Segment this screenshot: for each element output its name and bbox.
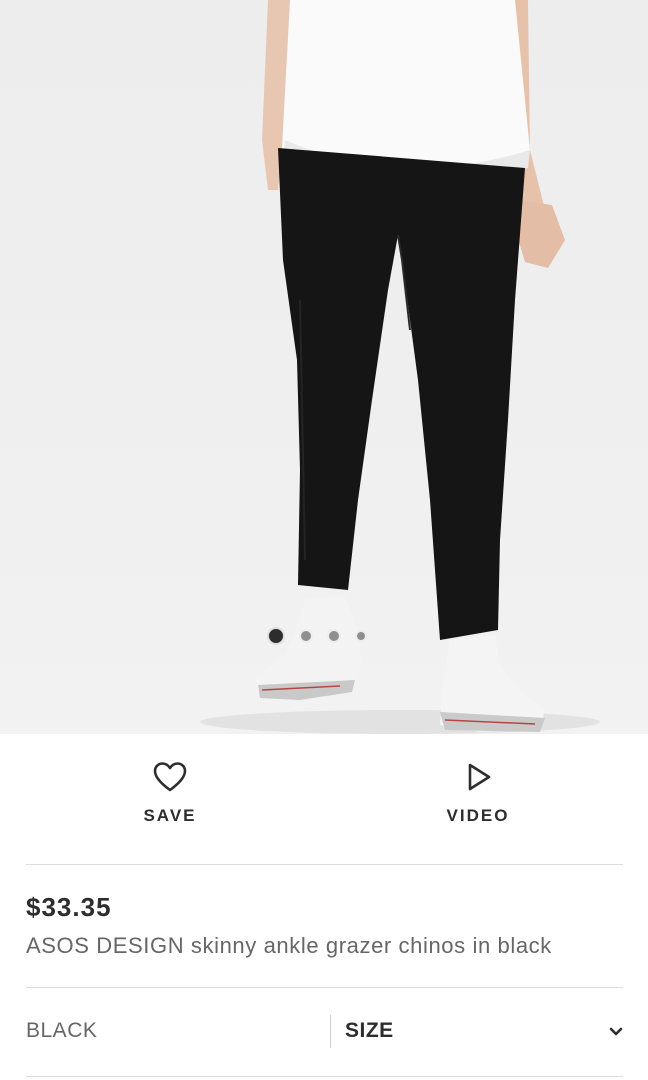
size-dropdown-label: SIZE xyxy=(345,1019,394,1042)
video-button[interactable]: VIDEO xyxy=(408,762,548,852)
chevron-down-icon xyxy=(609,1024,623,1042)
save-label: SAVE xyxy=(143,806,197,825)
action-bar: SAVE VIDEO xyxy=(0,734,648,864)
product-page: SAVE VIDEO $33.35 ASOS DESIGN skinny ank… xyxy=(0,0,648,1080)
gallery-dot-2[interactable] xyxy=(299,629,313,643)
divider-top xyxy=(26,864,623,865)
product-title: ASOS DESIGN skinny ankle grazer chinos i… xyxy=(26,933,552,958)
save-button[interactable]: SAVE xyxy=(100,762,240,852)
size-dropdown[interactable]: SIZE xyxy=(331,998,623,1066)
gallery-dot-3[interactable] xyxy=(327,629,341,643)
gallery-pagination-dots xyxy=(267,627,367,645)
video-label: VIDEO xyxy=(446,806,510,825)
product-options: BLACK SIZE xyxy=(0,988,648,1076)
play-icon xyxy=(463,762,493,792)
heart-icon xyxy=(153,762,187,792)
product-image-gallery[interactable] xyxy=(0,0,648,734)
divider-bottom xyxy=(26,1076,623,1077)
colour-value: BLACK xyxy=(26,1019,98,1042)
gallery-dot-4[interactable] xyxy=(355,630,367,642)
product-photo xyxy=(200,0,600,734)
gallery-dot-1[interactable] xyxy=(267,627,285,645)
product-price: $33.35 xyxy=(26,892,112,922)
